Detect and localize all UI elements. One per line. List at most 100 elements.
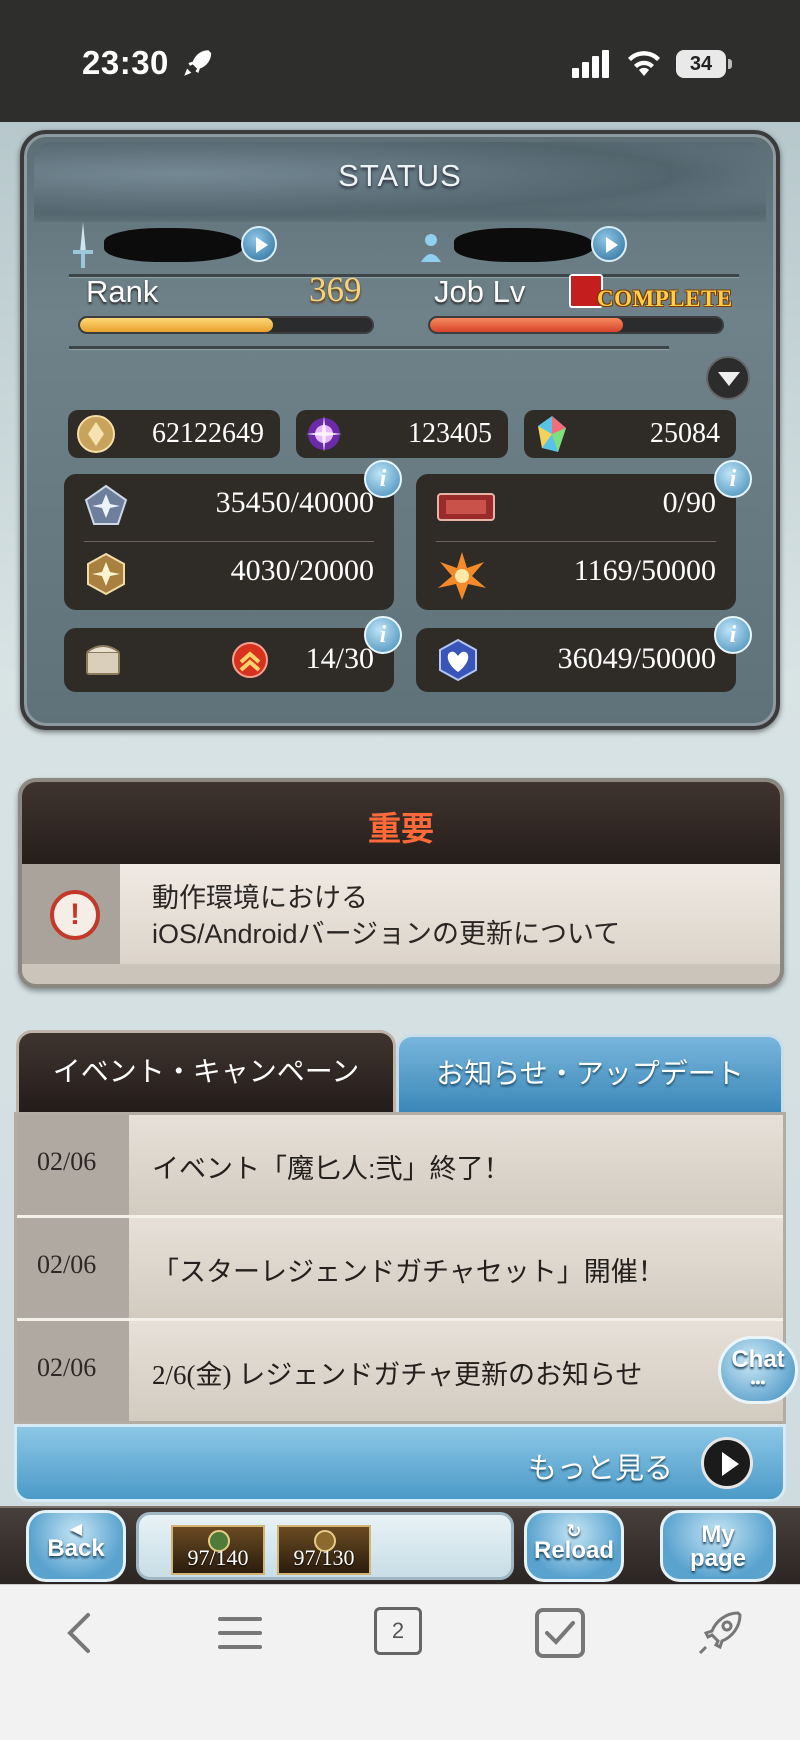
job-progress-bar xyxy=(428,316,724,334)
back-button[interactable]: ◀ Back xyxy=(26,1510,126,1582)
player-name-row[interactable] xyxy=(69,214,399,274)
news-list: 02/06 イベント「魔匕人:弐」終了！ 02/06 「スターレジェンドガチャセ… xyxy=(14,1112,786,1424)
notice-line: 動作環境における xyxy=(152,883,368,913)
crystal-counter: 123405 xyxy=(296,410,508,458)
news-date: 02/06 xyxy=(37,1147,97,1176)
divider xyxy=(69,274,739,277)
sword-icon xyxy=(73,222,93,268)
stat-value: 1169/50000 xyxy=(573,554,716,587)
mypage-label-2: page xyxy=(689,1545,746,1572)
info-button[interactable]: i xyxy=(714,460,752,498)
pentagon-crest-icon xyxy=(84,484,128,525)
rupie-counter: 62122649 xyxy=(68,410,280,458)
info-button[interactable]: i xyxy=(714,616,752,654)
expand-status-button[interactable] xyxy=(706,356,750,400)
crystal-value: 123405 xyxy=(408,418,492,449)
stat-value: 36049/50000 xyxy=(557,642,716,675)
tab-news-updates[interactable]: お知らせ・アップデート xyxy=(396,1034,784,1112)
treasure-chest-icon xyxy=(86,645,120,675)
notice-title: 重要 xyxy=(368,810,434,847)
blue-heart-icon xyxy=(439,638,477,682)
wifi-icon xyxy=(628,51,660,76)
crew-name-row[interactable] xyxy=(419,214,749,274)
mypage-label-1: My xyxy=(701,1521,735,1548)
news-title: 「スターレジェンドガチャセット」開催！ xyxy=(152,1257,665,1287)
news-title: イベント「魔匕人:弐」終了！ xyxy=(152,1154,511,1184)
crystal-orb-icon xyxy=(306,416,342,452)
stat-box-bottom-left: 14/30 xyxy=(64,628,394,692)
rupie-coin-icon xyxy=(77,415,115,453)
news-date-cell: 02/06 xyxy=(17,1218,129,1318)
news-item[interactable]: 02/06 2/6(金) レジェンドガチャ更新のお知らせ xyxy=(17,1321,783,1421)
notice-item[interactable]: ! 動作環境における iOS/Androidバージョンの更新について xyxy=(22,864,780,964)
battery-indicator: 34 xyxy=(676,50,732,78)
bp-value: 97/130 xyxy=(293,1545,355,1570)
notice-icon-cell: ! xyxy=(22,864,120,964)
tab-count: 2 xyxy=(374,1607,422,1655)
news-item[interactable]: 02/06 「スターレジェンドガチャセット」開催！ xyxy=(17,1218,783,1318)
crew-profile-button[interactable] xyxy=(591,226,627,262)
status-panel: STATUS Rank 369 Job Lv COMPLETE 62122649… xyxy=(20,130,780,730)
reload-button[interactable]: ↻ Reload xyxy=(524,1510,624,1582)
status-title: STATUS xyxy=(338,158,462,193)
news-item[interactable]: 02/06 イベント「魔匕人:弐」終了！ xyxy=(17,1115,783,1215)
stat-value: 4030/20000 xyxy=(230,554,374,587)
notice-header: 重要 xyxy=(22,782,780,864)
mypage-button[interactable]: My page xyxy=(660,1510,776,1582)
rocket-icon[interactable] xyxy=(694,1607,746,1659)
stat-box-right: 0/90 1169/50000 xyxy=(416,474,736,610)
chat-label: Chat xyxy=(731,1346,785,1373)
chat-button[interactable]: Chat ••• xyxy=(718,1336,798,1404)
ticket-icon xyxy=(437,493,495,521)
news-date: 02/06 xyxy=(37,1353,97,1382)
tab-events-campaigns[interactable]: イベント・キャンペーン xyxy=(16,1030,396,1112)
job-progress-fill xyxy=(430,318,623,332)
crew-members-icon xyxy=(421,234,441,262)
redacted-player-name xyxy=(104,228,244,262)
back-label: Back xyxy=(47,1535,105,1562)
redacted-crew-name xyxy=(454,228,594,262)
chat-dots: ••• xyxy=(750,1374,766,1390)
back-icon[interactable] xyxy=(56,1607,108,1659)
tabs-button[interactable]: 2 xyxy=(374,1607,426,1659)
job-level-label: Job Lv xyxy=(434,274,526,309)
rocket-icon xyxy=(184,50,212,76)
news-date-cell: 02/06 xyxy=(17,1321,129,1421)
info-button[interactable]: i xyxy=(364,460,402,498)
news-date: 02/06 xyxy=(37,1250,97,1279)
bp-gauge: 97/130 xyxy=(277,1525,371,1575)
checkbox-icon[interactable] xyxy=(534,1607,586,1659)
rainbow-gem-icon xyxy=(538,416,566,452)
ap-gauge: 97/140 xyxy=(171,1525,265,1575)
clock: 23:30 xyxy=(82,44,169,81)
important-notice-panel: 重要 ! 動作環境における iOS/Androidバージョンの更新について xyxy=(18,778,784,988)
more-news-bar[interactable]: もっと見る xyxy=(14,1424,786,1502)
ios-status-bar: 23:30 34 xyxy=(0,0,800,122)
exclamation-icon: ! xyxy=(50,890,100,940)
ap-value: 97/140 xyxy=(187,1545,249,1570)
player-profile-button[interactable] xyxy=(241,226,277,262)
stat-value: 14/30 xyxy=(305,642,374,675)
menu-icon[interactable] xyxy=(214,1607,266,1659)
stat-box-bottom-right: 36049/50000 xyxy=(416,628,736,692)
notice-text: 動作環境における iOS/Androidバージョンの更新について xyxy=(152,880,620,952)
info-button[interactable]: i xyxy=(364,616,402,654)
rank-label: Rank xyxy=(86,274,159,309)
browser-toolbar: 2 xyxy=(0,1584,800,1740)
news-title-text: 2/6(金) レジェンドガチャ更新のお知らせ xyxy=(152,1360,643,1390)
game-navigation-bar: ◀ Back 97/140 97/130 ↻ Reload My page xyxy=(0,1506,800,1584)
divider xyxy=(436,541,716,542)
rupie-value: 62122649 xyxy=(152,418,264,449)
rank-progress-fill xyxy=(80,318,273,332)
rank-up-chevron-icon xyxy=(232,642,268,678)
cellular-signal-icon xyxy=(572,50,609,78)
more-label: もっと見る xyxy=(527,1453,673,1485)
stamina-panel[interactable]: 97/140 97/130 xyxy=(136,1512,514,1580)
rank-value: 369 xyxy=(309,270,362,309)
more-arrow-button[interactable] xyxy=(701,1437,753,1489)
star-burst-icon xyxy=(438,552,486,600)
job-complete-badge: COMPLETE xyxy=(597,286,733,311)
notice-line: iOS/Androidバージョンの更新について xyxy=(152,919,621,949)
news-date-cell: 02/06 xyxy=(17,1115,129,1215)
stat-value: 0/90 xyxy=(662,486,716,519)
